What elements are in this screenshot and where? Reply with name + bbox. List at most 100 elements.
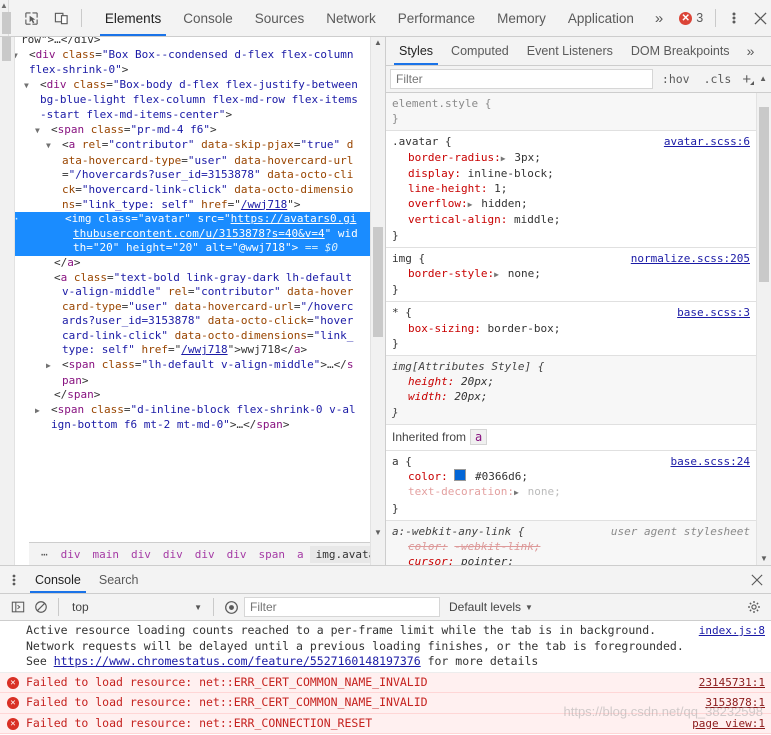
css-property-value[interactable]: 3px; (508, 151, 541, 164)
expand-triangle-icon[interactable]: ▼ (35, 124, 51, 139)
device-toolbar-icon[interactable] (49, 6, 75, 30)
scrollbar-thumb[interactable] (2, 12, 11, 34)
css-declaration[interactable]: color: #0366d6; (392, 469, 756, 484)
css-rule[interactable]: a {base.scss:24 color: #0366d6; text-decor… (386, 451, 756, 521)
css-declaration[interactable]: color: -webkit-link; (392, 539, 756, 554)
message-source-link[interactable]: 3153878:1 (705, 695, 765, 711)
css-selector[interactable]: img[Attributes Style] { (392, 359, 544, 374)
dom-node[interactable]: ▼ <div class="Box-body d-flex flex-justif… (15, 78, 370, 123)
css-property-value[interactable]: none; (521, 485, 561, 498)
more-styles-tabs-chevron-icon[interactable]: » (739, 37, 763, 65)
tab-console[interactable]: Console (172, 0, 244, 36)
dom-token-lnk[interactable]: /wwj718 (241, 198, 287, 211)
element-classes-button[interactable]: .cls (699, 70, 737, 88)
close-drawer-icon[interactable] (743, 566, 771, 593)
dom-token-lnk[interactable]: /wwj718 (181, 343, 227, 356)
dom-node[interactable]: ▼ <span class="pr-md-4 f6"> (15, 123, 370, 139)
css-declaration[interactable]: width: 20px; (392, 389, 756, 404)
breadcrumb-item[interactable]: main (87, 546, 126, 563)
css-rule[interactable]: .avatar {avatar.scss:6 border-radius:▶ 3p… (386, 131, 756, 248)
new-style-rule-button[interactable]: + (740, 71, 755, 88)
console-message-list[interactable]: Active resource loading counts reached t… (0, 621, 771, 735)
tab-dom-breakpoints[interactable]: DOM Breakpoints (622, 37, 739, 65)
drawer-tab-console[interactable]: Console (26, 566, 90, 593)
expand-triangle-icon[interactable]: ▼ (15, 49, 29, 64)
error-count-badge[interactable]: ✕ 3 (673, 11, 709, 25)
css-property-value[interactable]: 20px; (461, 375, 494, 388)
dom-node[interactable]: </a> (15, 256, 370, 271)
breadcrumb-item[interactable]: img.avatar (309, 545, 370, 563)
drawer-tab-search[interactable]: Search (90, 566, 148, 593)
css-origin-link[interactable]: normalize.scss:205 (631, 251, 750, 266)
styles-filter-input[interactable] (390, 69, 653, 89)
breadcrumb-item[interactable]: div (189, 546, 221, 563)
dom-node-selected[interactable]: ⋯ <img class="avatar" src="https://avata… (15, 212, 370, 256)
css-selector[interactable]: * { (392, 305, 412, 320)
css-property-name[interactable]: width: (408, 390, 448, 403)
css-property-name[interactable]: color: (408, 540, 448, 553)
tab-computed[interactable]: Computed (442, 37, 518, 65)
css-property-name[interactable]: display: (408, 167, 461, 180)
tab-event-listeners[interactable]: Event Listeners (518, 37, 622, 65)
css-selector[interactable]: element.style { (392, 96, 491, 111)
css-declaration[interactable]: vertical-align: middle; (392, 212, 756, 227)
css-property-name[interactable]: height: (408, 375, 454, 388)
css-property-name[interactable]: line-height: (408, 182, 487, 195)
css-property-value[interactable]: middle; (514, 213, 560, 226)
css-declaration[interactable]: height: 20px; (392, 374, 756, 389)
scrollbar-thumb[interactable] (759, 107, 769, 282)
clear-console-icon[interactable] (31, 597, 51, 617)
breadcrumb-item[interactable]: div (125, 546, 157, 563)
scroll-up-arrow-icon[interactable]: ▲ (0, 1, 8, 11)
breadcrumb-item[interactable]: div (157, 546, 189, 563)
breadcrumb-item[interactable]: ⋯ (35, 546, 55, 563)
scrollbar-thumb[interactable] (2, 37, 11, 61)
css-declaration[interactable]: overflow:▶ hidden; (392, 196, 756, 212)
css-property-name[interactable]: text-decoration: (408, 485, 514, 498)
console-context-selector[interactable]: top ▼ (66, 600, 206, 614)
scroll-down-arrow-icon[interactable]: ▼ (760, 553, 768, 565)
dom-node[interactable]: ▶ <span class="lh-default v-align-middle"… (15, 358, 370, 388)
css-selector[interactable]: a:-webkit-any-link { (392, 524, 524, 539)
dom-node[interactable]: ▶ <span class="d-inline-block flex-shrink… (15, 403, 370, 433)
expand-shorthand-icon[interactable]: ▶ (468, 197, 475, 212)
page-scrollbar-left[interactable]: ▲ (0, 0, 11, 36)
tab-memory[interactable]: Memory (486, 0, 557, 36)
tab-elements[interactable]: Elements (94, 0, 172, 36)
css-rules-list[interactable]: element.style {} .avatar {avatar.scss:6 bo… (386, 93, 756, 565)
elements-left-scrollbar[interactable] (0, 37, 15, 565)
dom-node[interactable]: row">…</div> (15, 37, 370, 48)
styles-scroll-up-arrow-icon[interactable]: ▲ (759, 73, 769, 85)
css-declaration[interactable]: line-height: 1; (392, 181, 756, 196)
dom-node[interactable]: ▼ <a rel="contributor" data-skip-pjax="tr… (15, 138, 370, 212)
css-property-value[interactable]: inline-block; (468, 167, 554, 180)
live-expression-icon[interactable] (221, 597, 241, 617)
scroll-up-arrow-icon[interactable]: ▲ (374, 37, 382, 49)
tab-performance[interactable]: Performance (387, 0, 486, 36)
console-error-message[interactable]: ✕ Failed to load resource: net::ERR_CERT_… (0, 693, 771, 714)
dom-node[interactable]: </span> (15, 388, 370, 403)
expand-shorthand-icon[interactable]: ▶ (514, 485, 521, 500)
css-property-value[interactable]: hidden; (475, 197, 527, 210)
more-tabs-chevron-icon[interactable]: » (645, 0, 673, 36)
css-declaration[interactable]: text-decoration:▶ none; (392, 484, 756, 500)
css-origin-link[interactable]: avatar.scss:6 (664, 134, 750, 149)
expand-triangle-icon[interactable]: ▼ (46, 139, 62, 154)
console-filter-input[interactable] (244, 597, 440, 617)
tab-application[interactable]: Application (557, 0, 645, 36)
inspect-element-icon[interactable] (19, 6, 45, 30)
dom-node[interactable]: <a class="text-bold link-gray-dark lh-de… (15, 271, 370, 359)
tab-styles[interactable]: Styles (390, 37, 442, 65)
css-property-name[interactable]: overflow: (408, 197, 468, 210)
color-swatch[interactable] (454, 469, 467, 482)
css-property-value[interactable]: -webkit-link; (454, 540, 540, 553)
css-selector[interactable]: img { (392, 251, 425, 266)
console-log-levels-dropdown[interactable]: Default levels ▼ (443, 600, 539, 614)
message-inline-link[interactable]: https://www.chromestatus.com/feature/552… (54, 654, 421, 668)
collapse-triangle-icon[interactable]: ▶ (46, 359, 62, 374)
console-error-message[interactable]: ✕ Failed to load resource: net::ERR_CONNE… (0, 713, 771, 734)
console-error-message[interactable]: ✕ Failed to load resource: net::ERR_CERT_… (0, 672, 771, 693)
collapse-triangle-icon[interactable]: ▶ (35, 404, 51, 419)
css-property-value[interactable]: 1; (494, 182, 507, 195)
css-property-value[interactable]: border-box; (487, 322, 560, 335)
